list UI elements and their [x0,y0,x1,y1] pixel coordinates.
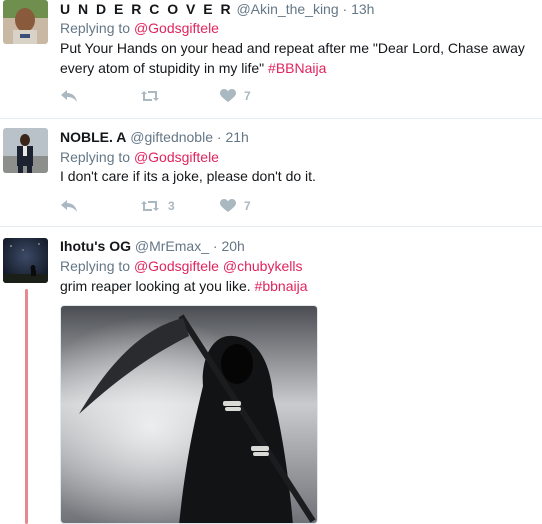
tweet-body: grim reaper looking at you like. [60,278,251,294]
user-handle[interactable]: @giftednoble [130,129,213,145]
reply-button[interactable] [60,199,78,213]
like-count: 7 [244,199,251,213]
like-button[interactable]: 7 [220,89,251,103]
mention-link[interactable]: @Godsgiftele [134,20,219,36]
timestamp[interactable]: 20h [221,238,244,254]
display-name[interactable]: NOBLE. A [60,129,126,145]
tweet-header: Ihotu's OG @MrEmax_ · 20h [60,237,245,255]
heart-icon [220,89,236,103]
user-handle[interactable]: @Akin_the_king [236,1,338,17]
tweet-actions: 3 7 [60,199,360,215]
display-name[interactable]: U N D E R C O V E R [60,1,233,17]
reply-arrow-icon [60,89,78,103]
tweet-media-image[interactable] [60,305,318,524]
tweet-actions: 7 [60,89,360,105]
reply-arrow-icon [60,199,78,213]
tweet-text: Put Your Hands on your head and repeat a… [60,38,530,78]
mention-link[interactable]: @chubykells [223,258,303,274]
tweet-text: I don't care if its a joke, please don't… [60,166,530,186]
replying-to: Replying to @Godsgiftele [60,19,219,37]
separator: · [342,1,348,17]
retweet-button[interactable]: 3 [140,199,175,213]
like-button[interactable]: 7 [220,199,251,213]
display-name[interactable]: Ihotu's OG [60,238,131,254]
thread-connector [25,289,28,524]
tweet-body: I don't care if its a joke, please don't… [60,168,316,184]
replying-to: Replying to @Godsgiftele @chubykells [60,257,302,275]
tweet-text: grim reaper looking at you like. #bbnaij… [60,276,530,296]
tweet-header: U N D E R C O V E R @Akin_the_king · 13h [60,0,374,18]
hashtag-link[interactable]: #BBNaija [268,60,326,76]
avatar-noble[interactable] [3,128,48,173]
mention-link[interactable]: @Godsgiftele [134,258,219,274]
replying-to: Replying to @Godsgiftele [60,148,219,166]
avatar-ihotu[interactable] [3,238,48,283]
mention-link[interactable]: @Godsgiftele [134,149,219,165]
replying-label: Replying to [60,20,131,36]
grim-reaper-image [61,306,317,523]
hashtag-link[interactable]: #bbnaija [255,278,308,294]
separator: · [216,129,222,145]
tweet-1[interactable]: U N D E R C O V E R @Akin_the_king · 13h… [0,0,542,118]
replying-label: Replying to [60,258,131,274]
retweet-icon [140,89,160,103]
timestamp[interactable]: 21h [225,129,248,145]
separator: · [212,238,218,254]
retweet-icon [140,199,160,213]
avatar-undercover[interactable] [3,0,48,44]
reply-button[interactable] [60,89,78,103]
replying-label: Replying to [60,149,131,165]
tweet-2[interactable]: NOBLE. A @giftednoble · 21h Replying to … [0,119,542,225]
user-handle[interactable]: @MrEmax_ [135,238,209,254]
timestamp[interactable]: 13h [351,1,374,17]
retweet-count: 3 [168,199,175,213]
like-count: 7 [244,89,251,103]
tweet-header: NOBLE. A @giftednoble · 21h [60,128,249,146]
retweet-button[interactable] [140,89,168,103]
heart-icon [220,199,236,213]
